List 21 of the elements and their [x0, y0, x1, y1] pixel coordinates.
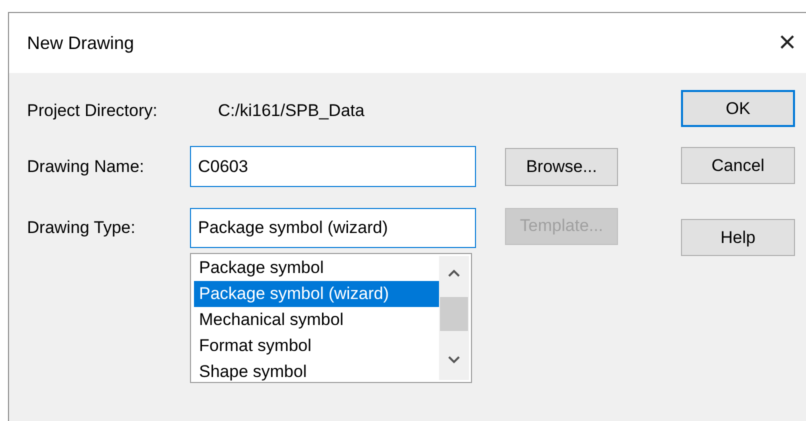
list-item[interactable]: Shape symbol	[194, 359, 439, 382]
list-item[interactable]: Mechanical symbol	[194, 307, 439, 333]
combo-box[interactable]: Package symbol (wizard)	[190, 208, 476, 248]
chevron-down-icon[interactable]	[447, 355, 461, 365]
window-title: New Drawing	[27, 32, 134, 55]
list-item[interactable]: Format symbol	[194, 333, 439, 359]
input-field[interactable]: C0603	[190, 146, 476, 187]
field-label: Project Directory:	[27, 100, 158, 122]
field-label: Drawing Type:	[27, 217, 136, 240]
dialog-button[interactable]: Browse...	[505, 148, 618, 186]
dialog-button[interactable]: OK	[681, 90, 795, 127]
scroll-thumb[interactable]	[440, 297, 468, 331]
field-label: Drawing Name:	[27, 156, 146, 178]
chevron-up-icon[interactable]	[447, 268, 461, 278]
close-button[interactable]: ×	[774, 28, 800, 58]
dialog-button[interactable]: Help	[681, 219, 795, 256]
list-item[interactable]: Package symbol	[194, 255, 439, 281]
directory-path: C:/ki161/SPB_Data	[218, 100, 364, 122]
list-item[interactable]: Package symbol (wizard)	[194, 281, 439, 307]
scrollbar[interactable]	[439, 256, 469, 380]
dialog-button[interactable]: Cancel	[681, 147, 795, 184]
